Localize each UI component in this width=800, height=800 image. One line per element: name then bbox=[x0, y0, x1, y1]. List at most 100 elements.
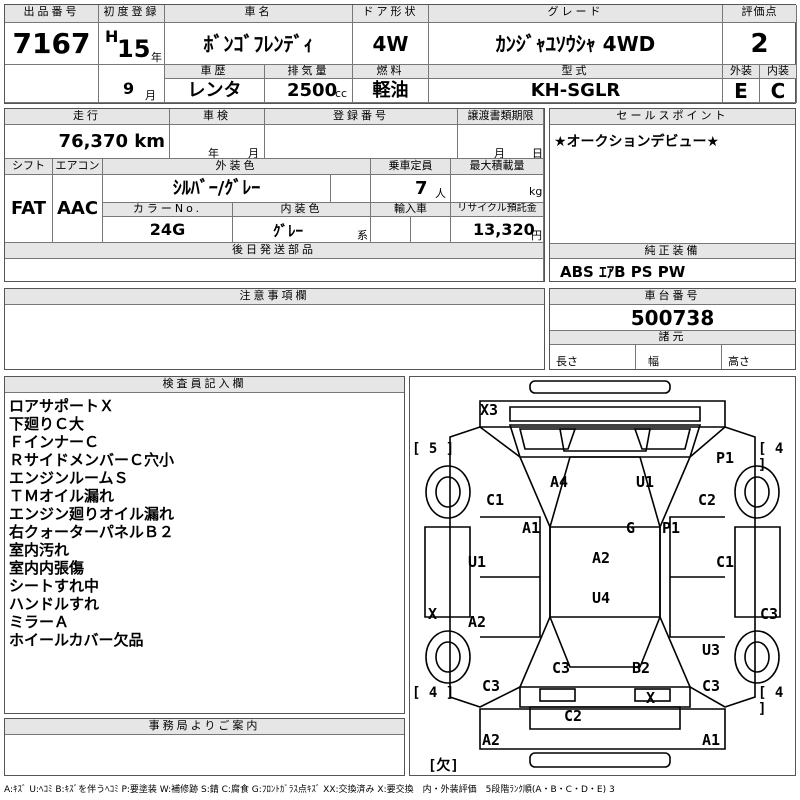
mileage-header: 走行 bbox=[5, 109, 170, 125]
mark: A4 bbox=[550, 473, 569, 491]
car-name-header: 車名 bbox=[165, 5, 353, 23]
interior-header: 内装 bbox=[760, 65, 797, 79]
exterior-header: 外装 bbox=[723, 65, 760, 79]
fuel-header: 燃料 bbox=[353, 65, 429, 79]
inspector-note-line: ホイールカバー欠品 bbox=[9, 631, 144, 649]
lot-no-spacer bbox=[5, 65, 99, 103]
mileage: 76,370 km bbox=[5, 125, 170, 159]
tire-label-fr: [ 4 ] bbox=[758, 441, 784, 473]
genuine-equipment: ABS ｴｱB PS PW bbox=[560, 263, 686, 281]
spare-tire-label: [欠] bbox=[428, 758, 459, 774]
damage-diagram-panel: [ 5 ] [ 4 ] [ 4 ] [ 4 ] [欠] X3 A4 U1 P1 … bbox=[409, 376, 796, 776]
length-cell: 長さ bbox=[550, 345, 636, 369]
mark: C3 bbox=[760, 605, 779, 623]
model: KH-SGLR bbox=[429, 79, 723, 103]
width-cell: 幅 bbox=[636, 345, 722, 369]
inspector-note-line: 室内内張傷 bbox=[9, 559, 85, 577]
inspector-note-line: エンジンルームＳ bbox=[9, 469, 129, 487]
reg-month-unit: 月 bbox=[145, 89, 156, 102]
first-reg-year-cell: H 15 年 bbox=[99, 23, 165, 65]
transfer-deadline-header: 譲渡書類期限 bbox=[458, 109, 544, 125]
later-parts-header: 後日発送部品 bbox=[5, 243, 544, 259]
max-load-unit: kg bbox=[529, 185, 543, 198]
ext-color: ｼﾙﾊﾞｰ/ｸﾞﾚｰ bbox=[103, 175, 331, 203]
import-cell bbox=[371, 217, 411, 243]
history: レンタ bbox=[165, 79, 265, 103]
inspector-note-line: 室内汚れ bbox=[9, 541, 70, 559]
int-color-header: 内装色 bbox=[233, 203, 371, 217]
int-color: ｸﾞﾚｰ bbox=[273, 222, 304, 240]
capacity-cell: 7 人 bbox=[371, 175, 451, 203]
transfer-month-unit: 月 bbox=[494, 147, 505, 159]
inspector-notes-list: ロアサポートＸ 下廻りＣ大 ＦインナーＣ ＲサイドメンバーＣ穴小 エンジンルームＳ ＴＭオ… bbox=[9, 397, 174, 649]
chassis-no: 500738 bbox=[550, 305, 795, 331]
mark: P1 bbox=[662, 519, 681, 537]
inspector-note-line: ＲサイドメンバーＣ穴小 bbox=[9, 451, 175, 469]
mark: C1 bbox=[716, 553, 735, 571]
reg-no-header: 登録番号 bbox=[265, 109, 458, 125]
mark: U4 bbox=[592, 589, 611, 607]
grade: ｶﾝｼﾞｬﾕｿｳｼｬ 4WD bbox=[429, 23, 723, 65]
exterior-grade: E bbox=[723, 79, 760, 103]
tire-label-rl: [ 4 ] bbox=[412, 685, 455, 701]
ext-color-header: 外装色 bbox=[103, 159, 371, 175]
chassis-panel: 車台番号 500738 諸元 長さ 幅 高さ bbox=[549, 288, 796, 370]
inspector-notes-header: 検査員記入欄 bbox=[5, 377, 404, 393]
mark: A1 bbox=[702, 731, 721, 749]
aircon: AAC bbox=[53, 175, 103, 243]
mark: C3 bbox=[482, 677, 501, 695]
dimensions-header: 諸元 bbox=[550, 331, 795, 345]
import-header: 輸入車 bbox=[371, 203, 451, 217]
mark: A2 bbox=[482, 731, 501, 749]
inspector-note-line: ロアサポートＸ bbox=[9, 397, 115, 415]
inspector-note-line: ＦインナーＣ bbox=[9, 433, 100, 451]
recycle: 13,320 bbox=[473, 220, 535, 239]
reg-no bbox=[265, 125, 458, 159]
inspector-note-line: ハンドルすれ bbox=[9, 595, 100, 613]
max-load-header: 最大積載量 bbox=[451, 159, 544, 175]
mark: P1 bbox=[716, 449, 735, 467]
inspector-note-line: ＴＭオイル漏れ bbox=[9, 487, 115, 505]
lot-no: 7167 bbox=[5, 23, 99, 65]
tire-label-rr: [ 4 ] bbox=[758, 685, 784, 717]
color-no-header: カラーNo. bbox=[103, 203, 233, 217]
recycle-unit: 円 bbox=[531, 229, 542, 242]
inspector-notes-panel: 検査員記入欄 ロアサポートＸ 下廻りＣ大 ＦインナーＣ ＲサイドメンバーＣ穴小 エンジン… bbox=[4, 376, 405, 714]
inspector-note-line: シートすれ中 bbox=[9, 577, 100, 595]
width-label: 幅 bbox=[648, 355, 659, 368]
reg-year-unit: 年 bbox=[151, 51, 162, 64]
transfer-deadline-cell: 月 日 bbox=[458, 125, 544, 159]
displacement-unit: cc bbox=[335, 87, 348, 100]
inspection-month-unit: 月 bbox=[248, 147, 259, 159]
displacement: 2500 bbox=[287, 80, 338, 101]
chassis-no-header: 車台番号 bbox=[550, 289, 795, 305]
inspection-header: 車検 bbox=[170, 109, 265, 125]
legend-text: A:ｷｽﾞ U:ﾍｺﾐ B:ｷｽﾞを伴うﾍｺﾐ P:要塗装 W:補修跡 S:錆 … bbox=[4, 785, 615, 795]
sales-point-header: セールスポイント bbox=[550, 109, 795, 125]
mark: A2 bbox=[468, 613, 487, 631]
sales-point: ★オークションデビュー★ bbox=[554, 134, 720, 150]
capacity-header: 乗車定員 bbox=[371, 159, 451, 175]
int-color-suffix: 系 bbox=[357, 229, 368, 242]
later-parts bbox=[5, 259, 544, 281]
inspection-cell: 年 月 bbox=[170, 125, 265, 159]
height-cell: 高さ bbox=[722, 345, 795, 369]
capacity-unit: 人 bbox=[435, 187, 446, 200]
car-name: ﾎﾞﾝｺﾞﾌﾚﾝﾃﾞｨ bbox=[165, 23, 353, 65]
mark: U3 bbox=[702, 641, 721, 659]
sales-point-panel: セールスポイント ★オークションデビュー★ 純正装備 ABS ｴｱB PS PW bbox=[549, 108, 796, 282]
mark: G bbox=[626, 519, 636, 537]
mark: U1 bbox=[468, 553, 487, 571]
fuel: 軽油 bbox=[353, 79, 429, 103]
mark: X3 bbox=[480, 401, 499, 419]
score: 2 bbox=[723, 23, 797, 65]
length-label: 長さ bbox=[556, 355, 578, 368]
vehicle-summary-table: 出品番号 7167 初度登録 H 15 年 9 月 車名 ﾎﾞﾝｺﾞﾌﾚﾝﾃﾞｨ… bbox=[4, 4, 797, 104]
reg-year: 15 bbox=[117, 35, 151, 63]
first-reg-month-cell: 9 月 bbox=[99, 65, 165, 103]
mark: C2 bbox=[698, 491, 717, 509]
recycle-cell: 13,320 円 bbox=[451, 217, 544, 243]
recycle-header: リサイクル預託金 bbox=[451, 203, 544, 217]
mark: A1 bbox=[522, 519, 541, 537]
int-color-cell: ｸﾞﾚｰ 系 bbox=[233, 217, 371, 243]
